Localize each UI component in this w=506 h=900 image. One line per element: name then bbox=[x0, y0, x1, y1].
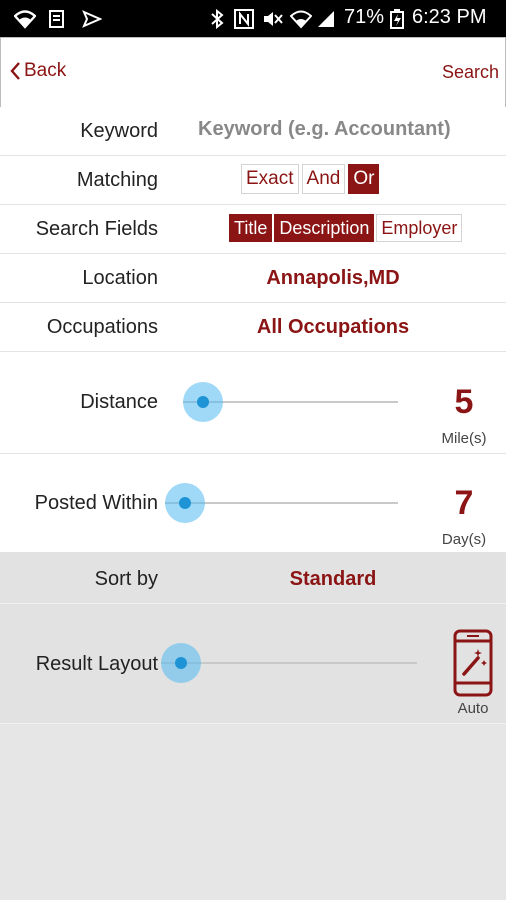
location-row[interactable]: Location Annapolis,MD bbox=[0, 254, 506, 303]
search-fields-label: Search Fields bbox=[35, 218, 158, 240]
back-button[interactable]: Back bbox=[9, 60, 66, 82]
back-label: Back bbox=[24, 60, 67, 81]
matching-option-or[interactable]: Or bbox=[348, 164, 380, 194]
distance-unit: Mile(s) bbox=[441, 430, 487, 447]
search-field-option-employer[interactable]: Employer bbox=[376, 214, 463, 242]
search-field-option-title[interactable]: Title bbox=[229, 214, 273, 242]
location-label: Location bbox=[82, 267, 158, 289]
sort-by-label: Sort by bbox=[94, 568, 158, 590]
posted-within-slider-thumb[interactable] bbox=[165, 483, 205, 523]
status-bar: 71% 6:23 PM bbox=[0, 0, 506, 37]
matching-option-and[interactable]: And bbox=[301, 164, 346, 194]
keyword-row: Keyword Keyword (e.g. Accountant) bbox=[0, 107, 506, 156]
image-icon bbox=[49, 10, 64, 28]
occupations-label: Occupations bbox=[46, 316, 158, 338]
wifi-icon bbox=[14, 10, 36, 29]
battery-percent: 71% bbox=[344, 6, 385, 28]
result-layout-row: Result Layout Auto bbox=[0, 604, 506, 724]
search-fields-row: Search Fields Title Description Employer bbox=[0, 205, 506, 254]
posted-within-unit: Day(s) bbox=[441, 531, 487, 548]
posted-within-label: Posted Within bbox=[34, 492, 158, 514]
cell-signal-icon bbox=[318, 11, 334, 27]
distance-slider-thumb[interactable] bbox=[183, 382, 223, 422]
matching-option-exact[interactable]: Exact bbox=[241, 164, 299, 194]
result-layout-slider-thumb[interactable] bbox=[161, 643, 201, 683]
distance-row: Distance 5 Mile(s) bbox=[0, 352, 506, 454]
sort-by-value[interactable]: Standard bbox=[180, 568, 486, 591]
nav-bar: Back Search bbox=[0, 37, 506, 108]
clock: 6:23 PM bbox=[412, 6, 487, 28]
phone-auto-rotate-icon[interactable] bbox=[453, 629, 493, 697]
wifi-signal-icon bbox=[290, 10, 312, 29]
send-icon bbox=[82, 10, 102, 28]
search-field-option-description[interactable]: Description bbox=[274, 214, 375, 242]
chevron-left-icon bbox=[10, 62, 20, 80]
search-button[interactable]: Search bbox=[442, 62, 499, 83]
keyword-input[interactable]: Keyword (e.g. Accountant) bbox=[198, 118, 451, 141]
sort-by-row[interactable]: Sort by Standard bbox=[0, 553, 506, 604]
result-layout-label: Result Layout bbox=[35, 653, 158, 675]
matching-label: Matching bbox=[76, 169, 158, 191]
distance-value: 5 bbox=[454, 383, 474, 421]
matching-segmented-control: Exact And Or bbox=[241, 164, 380, 194]
search-fields-segmented-control: Title Description Employer bbox=[229, 214, 463, 242]
occupations-row[interactable]: Occupations All Occupations bbox=[0, 303, 506, 352]
mute-icon bbox=[264, 12, 283, 26]
nfc-icon bbox=[234, 9, 254, 29]
bluetooth-icon bbox=[211, 9, 224, 29]
occupations-value[interactable]: All Occupations bbox=[180, 316, 486, 339]
distance-label: Distance bbox=[80, 391, 158, 413]
battery-icon bbox=[390, 9, 404, 29]
location-value[interactable]: Annapolis,MD bbox=[180, 267, 486, 290]
result-layout-value: Auto bbox=[457, 700, 489, 717]
keyword-label: Keyword bbox=[80, 120, 158, 142]
posted-within-value: 7 bbox=[454, 484, 474, 522]
posted-within-row: Posted Within 7 Day(s) bbox=[0, 454, 506, 553]
matching-row: Matching Exact And Or bbox=[0, 156, 506, 205]
